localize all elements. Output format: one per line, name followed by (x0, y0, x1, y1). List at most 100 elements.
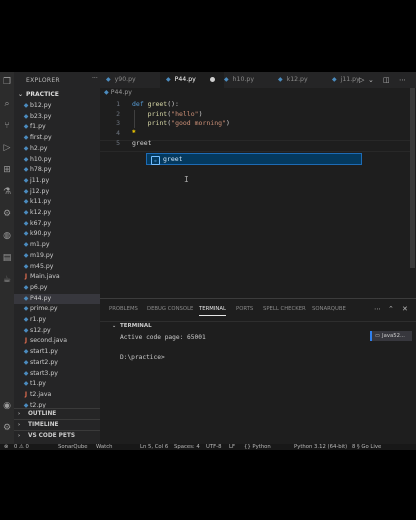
file-name: j12.py (30, 187, 50, 195)
file-name: start1.py (30, 348, 58, 356)
run-debug-icon[interactable]: ▷ (1, 142, 13, 154)
tab-y90[interactable]: ◆ y90.py (102, 72, 164, 88)
python-file-icon: ◆ (23, 251, 29, 259)
file-name: b12.py (30, 102, 52, 109)
file-name: first.py (30, 134, 52, 142)
file-item[interactable]: ◆ h2.py (14, 144, 100, 154)
unsaved-dot-icon[interactable] (209, 76, 215, 82)
file-item[interactable]: ◆ b23.py (14, 112, 100, 122)
python-file-icon: ◆ (23, 369, 29, 377)
manage-gear-icon[interactable]: ⚙ (1, 422, 13, 434)
file-item[interactable]: ◆ start3.py (14, 369, 100, 379)
java-projects-icon[interactable]: ☕ (1, 274, 13, 286)
folder-practice[interactable]: ⌄ PRACTICE (18, 91, 59, 98)
chevron-down-icon[interactable]: ⌄ (368, 76, 374, 84)
extensions-icon[interactable]: ⊞ (1, 164, 13, 176)
file-item[interactable]: ◆ h78.py (14, 165, 100, 175)
code-line[interactable]: print("good morning") (132, 119, 230, 127)
autocomplete-suggestion[interactable]: ◇ greet (146, 153, 362, 165)
tab-problems[interactable]: PROBLEMS (109, 306, 138, 312)
file-item[interactable]: ◆ start1.py (14, 347, 100, 357)
file-item[interactable]: ◆ k90.py (14, 229, 100, 239)
file-item[interactable]: ◆ f1.py (14, 122, 100, 132)
file-item[interactable]: ◆ t1.py (14, 379, 100, 389)
split-editor-icon[interactable]: ◫ (383, 76, 390, 84)
breadcrumb[interactable]: ◆ P44.py (104, 89, 132, 96)
tab-spell-checker[interactable]: SPELL CHECKER (263, 306, 306, 312)
account-icon[interactable]: ◉ (1, 400, 13, 412)
more-actions-icon[interactable]: ··· (92, 75, 98, 82)
sidebar-section-vs-code-pets[interactable]: › VS CODE PETS (14, 430, 100, 442)
testing-icon[interactable]: ⚗ (1, 186, 13, 198)
tab-j11[interactable]: ◆ j11.py (330, 72, 360, 88)
search-icon[interactable]: ⌕ (1, 98, 13, 110)
source-control-icon[interactable]: ⑂ (1, 120, 13, 132)
python-file-icon: ◆ (23, 155, 29, 163)
tab-debug-console[interactable]: DEBUG CONSOLE (147, 306, 193, 312)
code-line[interactable]: def greet(): (132, 100, 179, 108)
tab-h10[interactable]: ◆ h10.py (218, 72, 278, 88)
tab-k12[interactable]: ◆ k12.py (272, 72, 332, 88)
explorer-icon[interactable]: ❐ (1, 76, 13, 88)
python-file-icon: ◆ (106, 76, 111, 83)
code-token: greet (147, 100, 168, 108)
lightbulb-icon[interactable]: ✱ (132, 128, 136, 135)
python-icon[interactable]: ⚙ (1, 208, 13, 220)
file-item[interactable]: ◆ h10.py (14, 155, 100, 165)
terminal-prompt[interactable]: D:\practice> (120, 354, 165, 361)
code-line[interactable]: greet (132, 139, 152, 147)
python-interpreter-status[interactable]: Python 3.12 (64-bit) (294, 444, 347, 450)
file-item[interactable]: Jsecond.java (14, 336, 100, 346)
tab-p44[interactable]: ◆ P44.py (160, 72, 224, 88)
indentation-status[interactable]: Spaces: 4 (174, 444, 200, 450)
more-icon[interactable]: ⋯ (374, 305, 381, 313)
maximize-icon[interactable]: ⌃ (388, 305, 394, 313)
close-icon[interactable]: ✕ (402, 305, 408, 313)
tab-sonarqube[interactable]: SONARQUBE (312, 306, 346, 312)
file-item[interactable]: Jt2.java (14, 390, 100, 400)
tab-terminal[interactable]: TERMINAL (199, 306, 226, 312)
code-line[interactable]: print("hello") (132, 110, 203, 118)
more-icon[interactable]: ⋯ (399, 76, 406, 84)
file-item[interactable]: ◆ k67.py (14, 219, 100, 229)
tab-ports[interactable]: PORTS (236, 306, 253, 312)
file-item[interactable]: ◆ P44.py (14, 293, 100, 304)
file-item[interactable]: ◆ m45.py (14, 262, 100, 272)
watch-status[interactable]: Watch (96, 444, 113, 450)
go-live-status[interactable]: 8 § Go Live (352, 444, 381, 450)
line-ending-status[interactable]: LF (229, 444, 235, 450)
file-name: h2.py (30, 144, 48, 152)
file-item[interactable]: ◆ k11.py (14, 197, 100, 207)
file-item[interactable]: ◆ first.py (14, 133, 100, 143)
language-mode-status[interactable]: {} Python (244, 444, 271, 450)
editor-scrollbar[interactable] (410, 88, 415, 268)
file-item[interactable]: ◆ p6.py (14, 283, 100, 293)
python-file-icon: ◆ (278, 76, 283, 83)
file-item[interactable]: ◆ prime.py (14, 304, 100, 314)
terminal-section-header[interactable]: ⌄ TERMINAL (100, 321, 416, 331)
sonarqube-status[interactable]: SonarQube (58, 444, 88, 450)
remote-indicator-icon[interactable]: ⊗ (4, 444, 8, 450)
run-icon[interactable]: ▷ (359, 76, 364, 84)
file-item[interactable]: ◆ s12.py (14, 326, 100, 336)
file-item[interactable]: ◆ k12.py (14, 208, 100, 218)
file-item[interactable]: J Main.java (14, 272, 100, 282)
file-item[interactable]: ◆ start2.py (14, 358, 100, 368)
active-tab-indicator (199, 315, 226, 316)
file-item[interactable]: ◆ m19.py (14, 251, 100, 261)
file-item[interactable]: ◆ j11.py (14, 176, 100, 186)
java-file-icon: J (24, 390, 28, 398)
file-item[interactable]: ◆ b12.py (14, 101, 100, 111)
cursor-position[interactable]: Ln 5, Col 6 (140, 444, 168, 450)
python-file-icon: ◆ (23, 305, 29, 313)
encoding-status[interactable]: UTF-8 (206, 444, 221, 450)
problems-status[interactable]: 0 ⚠ 0 (14, 444, 29, 450)
file-item[interactable]: ◆ j12.py (14, 187, 100, 197)
code-editor[interactable]: 1 def greet(): 2 print("hello") 3 print("go… (100, 98, 410, 298)
docker-icon[interactable]: ▤ (1, 252, 13, 264)
explorer-sidebar: EXPLORER ··· ⌄ PRACTICE ◆ b12.py ◆ b23.py ◆ f1… (14, 72, 100, 444)
file-item[interactable]: ◆ r1.py (14, 315, 100, 325)
terminal-instance-java[interactable]: ▭ Java52... (370, 331, 412, 341)
file-item[interactable]: ◆ m1.py (14, 240, 100, 250)
remote-icon[interactable]: ◍ (1, 230, 13, 242)
